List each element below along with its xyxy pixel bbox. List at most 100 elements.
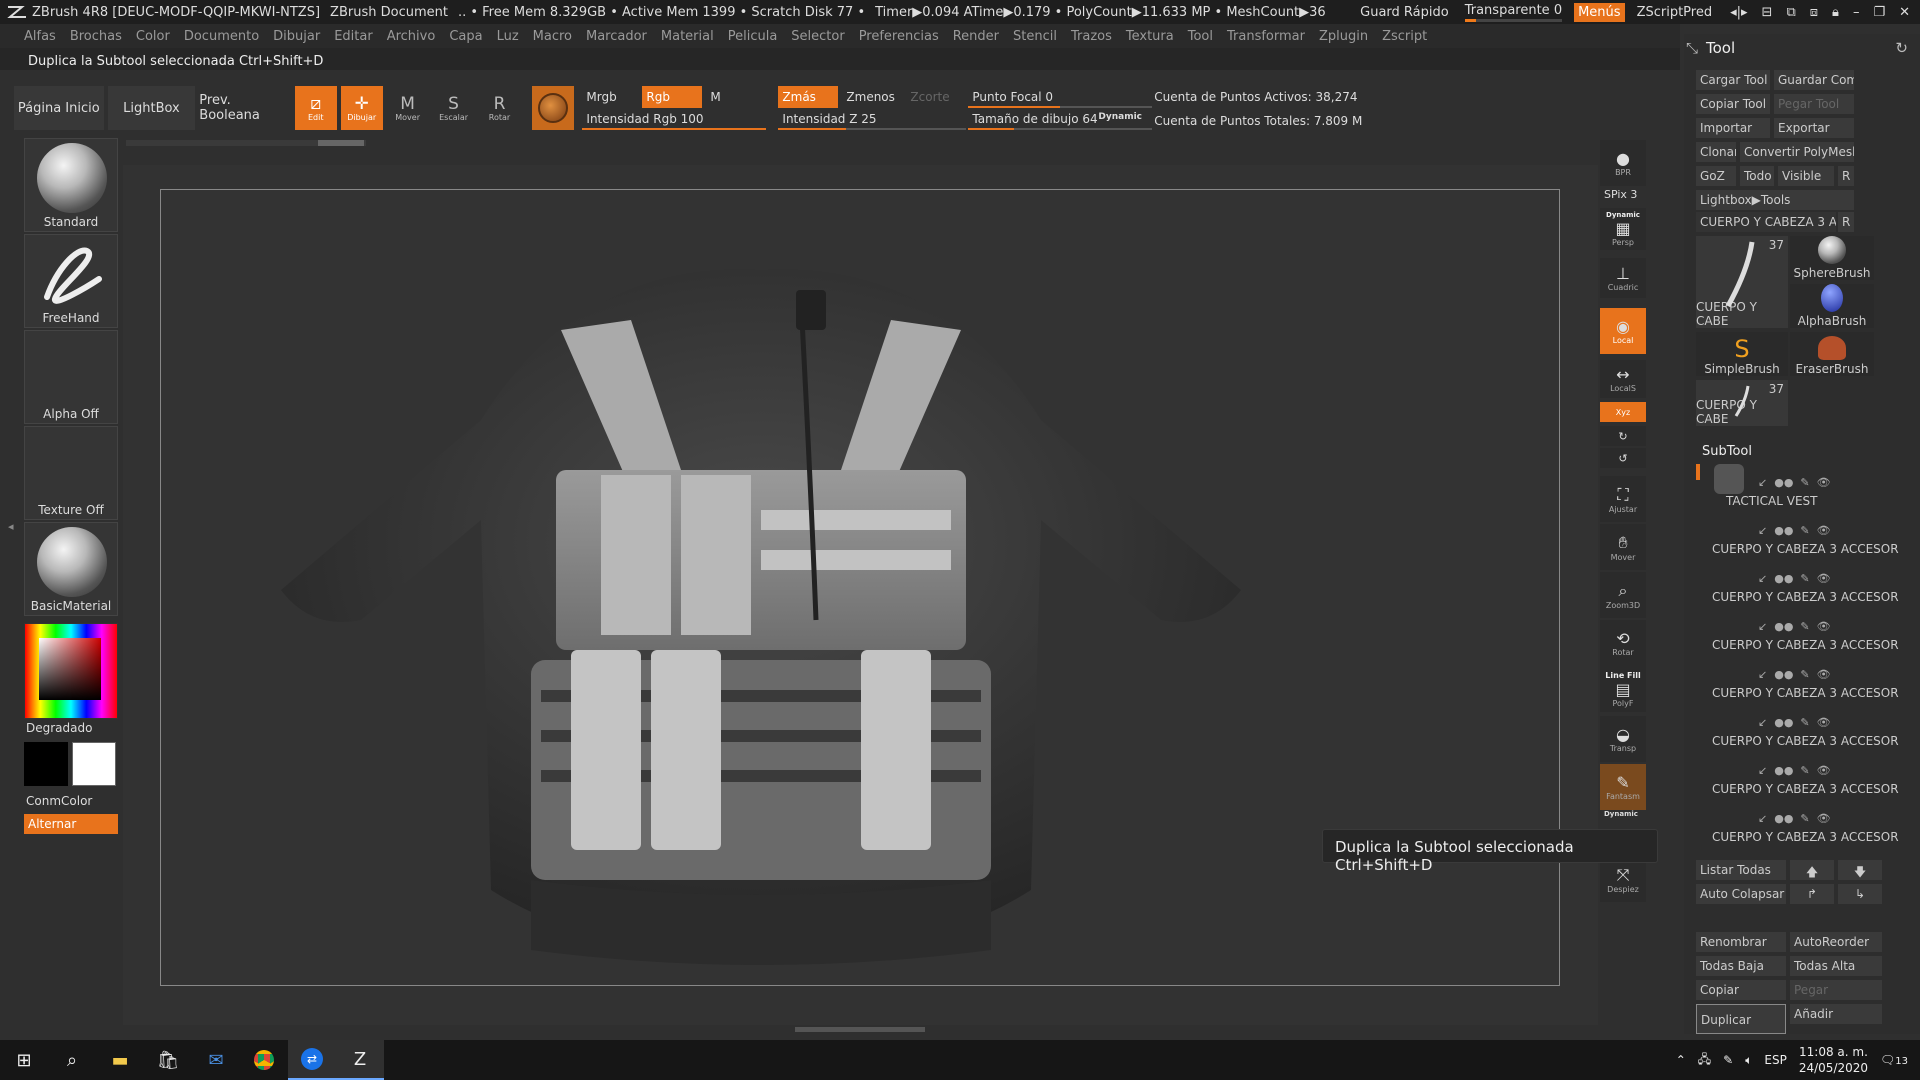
menu-brochas[interactable]: Brochas [70,29,122,44]
menu-alfas[interactable]: Alfas [24,29,56,44]
bpr-render-button[interactable]: ● BPR [1600,140,1646,186]
volume-icon[interactable]: 🔈︎ [1745,1053,1752,1068]
paste-tool-button[interactable]: Pegar Tool [1774,94,1854,114]
zcut-toggle[interactable]: Zcorte [906,86,966,108]
paste-subtool-button[interactable]: Pegar [1790,980,1882,1000]
chrome-icon[interactable] [240,1040,288,1080]
material-swatch-button[interactable] [532,86,575,130]
menu-pelicula[interactable]: Pelicula [728,29,778,44]
lightbox-button[interactable]: LightBox [107,86,196,130]
draw-mode-button[interactable]: ✛ Dibujar [340,86,383,130]
close-icon[interactable]: ✕ [1899,5,1910,20]
tool-pin-icon[interactable]: ⤡ [1686,39,1698,57]
list-all-button[interactable]: Listar Todas [1696,860,1786,880]
all-low-button[interactable]: Todas Baja [1696,956,1786,976]
xyz-rotate-button[interactable]: Xyz [1600,402,1646,422]
mrgb-toggle[interactable]: Mrgb [582,86,638,108]
load-tool-button[interactable]: Cargar Tool [1696,70,1770,90]
menu-marcador[interactable]: Marcador [586,29,647,44]
canvas-bottom-scroll[interactable] [795,1027,925,1032]
floor-grid-button[interactable]: ⊥ Cuadric [1600,258,1646,298]
move-mode-button[interactable]: M Mover [387,86,429,130]
eraser-brush-slot[interactable]: EraserBrush [1790,332,1874,376]
duplicate-subtool-button[interactable]: Duplicar [1696,1004,1786,1034]
goz-r-button[interactable]: R [1838,166,1854,186]
home-page-button[interactable]: Página Inicio [14,86,104,130]
goz-visible-button[interactable]: Visible [1778,166,1834,186]
m-toggle[interactable]: M [706,86,766,108]
import-button[interactable]: Importar [1696,118,1770,138]
alternate-button[interactable]: Alternar [24,814,118,834]
current-tool-r-button[interactable]: R [1838,212,1854,232]
clone-button[interactable]: Clonar [1696,142,1736,162]
local-symmetry-button[interactable]: ◉ Local [1600,308,1646,354]
rgb-intensity-slider[interactable]: Intensidad Rgb 100 [582,108,767,130]
move-view-button[interactable]: ✋︎ Mover [1600,524,1646,570]
notifications-icon[interactable]: 🗨︎13 [1880,1053,1908,1067]
focal-shift-slider[interactable]: Punto Focal 0 [968,86,1153,108]
boolean-preview-button[interactable]: Prev. Booleana [199,86,291,130]
move-up-icon[interactable]: 🡅︎ [1790,860,1834,880]
language-indicator[interactable]: ESP [1764,1053,1786,1067]
search-icon[interactable]: ⌕ [48,1040,96,1080]
menu-documento[interactable]: Documento [184,29,259,44]
subtool-header[interactable]: SubTool [1702,444,1752,459]
copy-tool-button[interactable]: Copiar Tool [1696,94,1770,114]
auto-collapse-button[interactable]: Auto Colapsar [1696,884,1786,904]
tool-thumb-secondary[interactable]: 37 CUERPO Y CABE [1696,380,1788,426]
network-icon[interactable]: 🖧︎ [1698,1050,1711,1071]
menu-textura[interactable]: Textura [1126,29,1174,44]
gradient-label[interactable]: Degradado [26,721,92,735]
texture-slot[interactable]: Texture Off [24,426,118,520]
save-as-button[interactable]: Guardar Como [1774,70,1854,90]
material-slot[interactable]: BasicMaterial [24,522,118,616]
sphere-brush-slot[interactable]: SphereBrush [1790,236,1874,280]
main-color-swatch[interactable] [72,742,116,786]
edit-mode-button[interactable]: ⧄ Edit [294,86,337,130]
refresh-icon[interactable]: ↻ [1895,39,1908,57]
brush-slot[interactable]: Standard [24,138,118,232]
rgb-toggle[interactable]: Rgb [642,86,703,108]
layout-icon[interactable]: ◂|▸ [1730,5,1747,20]
spix-label[interactable]: SPix 3 [1604,188,1637,201]
alpha-brush-slot[interactable]: AlphaBrush [1790,284,1874,328]
perspective-button[interactable]: Dynamic ▦ Persp [1600,208,1646,250]
menu-render[interactable]: Render [953,29,999,44]
scale-mode-button[interactable]: S Escalar [433,86,475,130]
menu-trazos[interactable]: Trazos [1071,29,1112,44]
hide-icon[interactable]: ⊟ [1762,5,1773,20]
transparency-button[interactable]: ◒ Transp [1600,716,1646,762]
menu-editar[interactable]: Editar [334,29,373,44]
tray-expand-icon[interactable]: ⌃ [1676,1053,1686,1067]
arrow-down-right-icon[interactable]: ↳ [1838,884,1882,904]
copy-subtool-button[interactable]: Copiar [1696,980,1786,1000]
restore-layout-icon[interactable]: ⧉ [1786,5,1795,20]
dynamic-toggle[interactable]: Dynamic [1094,106,1154,128]
export-button[interactable]: Exportar [1774,118,1854,138]
tool-palette-header[interactable]: ⤡ Tool ↻ [1684,34,1920,62]
zsub-toggle[interactable]: Zmenos [842,86,902,108]
convert-polymesh-button[interactable]: Convertir PolyMesh3D [1740,142,1854,162]
menu-zscript[interactable]: Zscript [1382,29,1427,44]
rename-button[interactable]: Renombrar [1696,932,1786,952]
menu-tool[interactable]: Tool [1188,29,1213,44]
menu-color[interactable]: Color [136,29,170,44]
menu-luz[interactable]: Luz [497,29,519,44]
menu-archivo[interactable]: Archivo [387,29,436,44]
tool-thumb-current[interactable]: 37 CUERPO Y CABE [1696,236,1788,328]
zbrush-taskbar-icon[interactable]: Z [336,1040,384,1080]
append-button[interactable]: Añadir [1790,1004,1882,1024]
menu-stencil[interactable]: Stencil [1013,29,1057,44]
menus-toggle[interactable]: Menús [1574,2,1625,22]
zadd-toggle[interactable]: Zmás [778,86,839,108]
lightbox-tools-button[interactable]: Lightbox▶Tools [1696,190,1854,210]
zoom3d-button[interactable]: ⌕ Zoom3D [1600,572,1646,618]
menu-macro[interactable]: Macro [533,29,572,44]
menu-zplugin[interactable]: Zplugin [1319,29,1368,44]
menu-preferencias[interactable]: Preferencias [859,29,939,44]
secondary-color-swatch[interactable] [24,742,68,786]
y-rotate-icon[interactable]: ↻ [1600,426,1646,446]
ghost-button[interactable]: ✎ Fantasm [1600,764,1646,810]
z-intensity-slider[interactable]: Intensidad Z 25 [778,108,967,130]
move-down-icon[interactable]: 🡇︎ [1838,860,1882,880]
